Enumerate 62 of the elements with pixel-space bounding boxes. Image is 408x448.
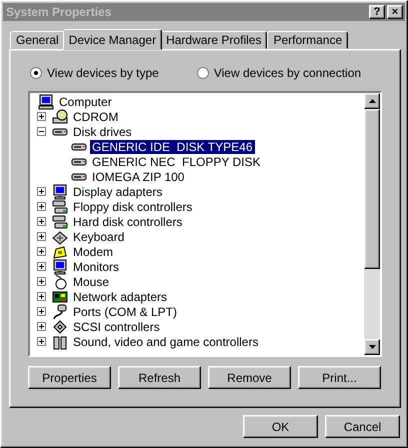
action-button[interactable]: Print... <box>298 366 381 389</box>
tab[interactable]: General <box>10 31 65 49</box>
network-card-icon <box>52 288 68 304</box>
expander-icon[interactable] <box>37 187 46 196</box>
expander-icon[interactable] <box>37 337 46 346</box>
expander-icon[interactable] <box>37 292 46 301</box>
tab[interactable]: Device Manager <box>62 29 162 50</box>
expander-icon[interactable] <box>37 262 46 271</box>
controller-icon <box>52 214 68 230</box>
expander-icon[interactable] <box>37 217 46 226</box>
tree-item[interactable]: Computer <box>57 94 114 108</box>
radio-label[interactable]: View devices by type <box>47 66 159 80</box>
help-button[interactable]: ? <box>369 5 385 19</box>
scroll-up-icon[interactable] <box>368 99 376 103</box>
modem-icon <box>52 244 68 260</box>
tree-item[interactable]: Monitors <box>71 260 122 274</box>
tree-item[interactable]: Modem <box>71 244 116 258</box>
action-button[interactable]: Properties <box>28 366 111 389</box>
computer-icon <box>38 94 54 110</box>
tree-item[interactable]: Floppy disk controllers <box>71 200 194 214</box>
expander-icon[interactable] <box>37 322 46 331</box>
expander-icon[interactable] <box>37 112 46 121</box>
cd-drive-icon <box>52 108 68 124</box>
expander-icon[interactable] <box>37 307 46 316</box>
scrollbar[interactable] <box>364 93 380 355</box>
tree-item[interactable]: Ports (COM & LPT) <box>71 304 180 318</box>
action-button[interactable]: Refresh <box>118 366 201 389</box>
keyboard-icon <box>52 228 68 244</box>
scsi-icon <box>52 318 68 334</box>
ok-button[interactable]: OK <box>243 415 318 438</box>
tree-item[interactable]: GENERIC IDE DISK TYPE46 <box>90 140 254 154</box>
tree-item[interactable]: Hard disk controllers <box>71 214 184 228</box>
tree-item[interactable]: SCSI controllers <box>71 320 162 334</box>
tree-item[interactable]: Display adapters <box>71 184 164 198</box>
expander-icon[interactable] <box>37 127 46 136</box>
cancel-button[interactable]: Cancel <box>325 415 400 438</box>
expander-icon[interactable] <box>37 232 46 241</box>
controller-icon <box>52 198 68 214</box>
expander-icon[interactable] <box>37 202 46 211</box>
window-title: System Properties <box>6 5 112 19</box>
tree-item[interactable]: Sound, video and game controllers <box>71 334 260 348</box>
monitor-icon <box>52 184 68 200</box>
tree-item[interactable]: Disk drives <box>71 124 134 138</box>
expander-icon[interactable] <box>37 277 46 286</box>
radio-button[interactable] <box>30 67 42 79</box>
tree-item[interactable]: Keyboard <box>71 230 126 244</box>
expander-icon[interactable] <box>37 247 46 256</box>
port-icon <box>52 304 68 320</box>
speaker-icon <box>52 334 68 350</box>
action-button[interactable]: Remove <box>208 366 291 389</box>
tab[interactable]: Performance <box>267 31 348 49</box>
tree-item[interactable]: IOMEGA ZIP 100 <box>90 170 186 184</box>
tab[interactable]: Hardware Profiles <box>160 31 268 49</box>
radio-label[interactable]: View devices by connection <box>214 66 362 80</box>
tree-item[interactable]: Mouse <box>71 274 112 288</box>
close-button[interactable]: × <box>387 5 403 19</box>
tree-item[interactable]: Network adapters <box>71 290 170 304</box>
radio-button[interactable] <box>196 67 209 79</box>
monitor-icon <box>52 258 68 274</box>
scroll-down-icon[interactable] <box>368 345 376 349</box>
tree-item[interactable]: CDROM <box>71 110 120 124</box>
tree-item[interactable]: GENERIC NEC FLOPPY DISK <box>90 154 262 168</box>
